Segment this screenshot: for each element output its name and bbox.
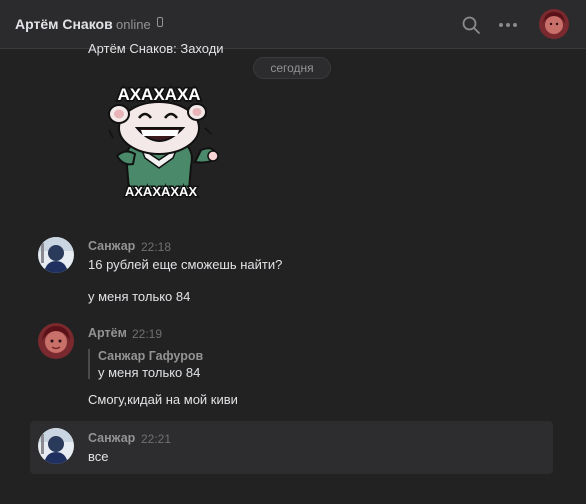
reply-text: у меня только 84 [98, 365, 201, 380]
message-time[interactable]: 22:18 [141, 240, 171, 254]
sender-avatar[interactable] [38, 428, 74, 464]
date-divider: сегодня [253, 57, 331, 79]
message-author[interactable]: Артём [88, 326, 127, 340]
message-group[interactable]: Артём 22:19 Санжар Гафуров у меня только… [30, 317, 553, 417]
message-group[interactable]: Санжар 22:18 16 рублей еще сможешь найти… [30, 229, 553, 309]
message-history: Артём Снаков: Заходи сегодня АХАХАХА АХА… [0, 41, 586, 504]
quoted-reply[interactable]: Санжар Гафуров у меня только 84 [88, 349, 204, 380]
sticker-bottom-text: АХАХАХАХ [125, 184, 198, 199]
message-time[interactable]: 22:19 [132, 327, 162, 341]
mobile-phone-icon [157, 17, 163, 27]
contact-name[interactable]: Артём Снаков [15, 16, 113, 32]
message-text: все [88, 449, 109, 464]
laughing-hamster-sticker[interactable]: АХАХАХА АХАХАХАХ [97, 78, 225, 200]
message-text: Смогу,кидай на мой киви [88, 392, 238, 407]
previous-message-text: Артём Снаков: Заходи [88, 41, 224, 56]
contact-status: online [116, 17, 151, 32]
sender-avatar[interactable] [38, 323, 74, 359]
message-text: у меня только 84 [88, 289, 191, 304]
message-author[interactable]: Санжар [88, 431, 135, 445]
message-author[interactable]: Санжар [88, 239, 135, 253]
sender-avatar[interactable] [38, 237, 74, 273]
reply-author: Санжар Гафуров [98, 349, 204, 363]
message-text: 16 рублей еще сможешь найти? [88, 257, 283, 272]
search-icon[interactable] [461, 15, 481, 35]
message-group[interactable]: Санжар 22:21 все [30, 421, 553, 474]
contact-avatar[interactable] [539, 9, 569, 39]
message-time[interactable]: 22:21 [141, 432, 171, 446]
more-options-icon[interactable] [498, 22, 518, 28]
